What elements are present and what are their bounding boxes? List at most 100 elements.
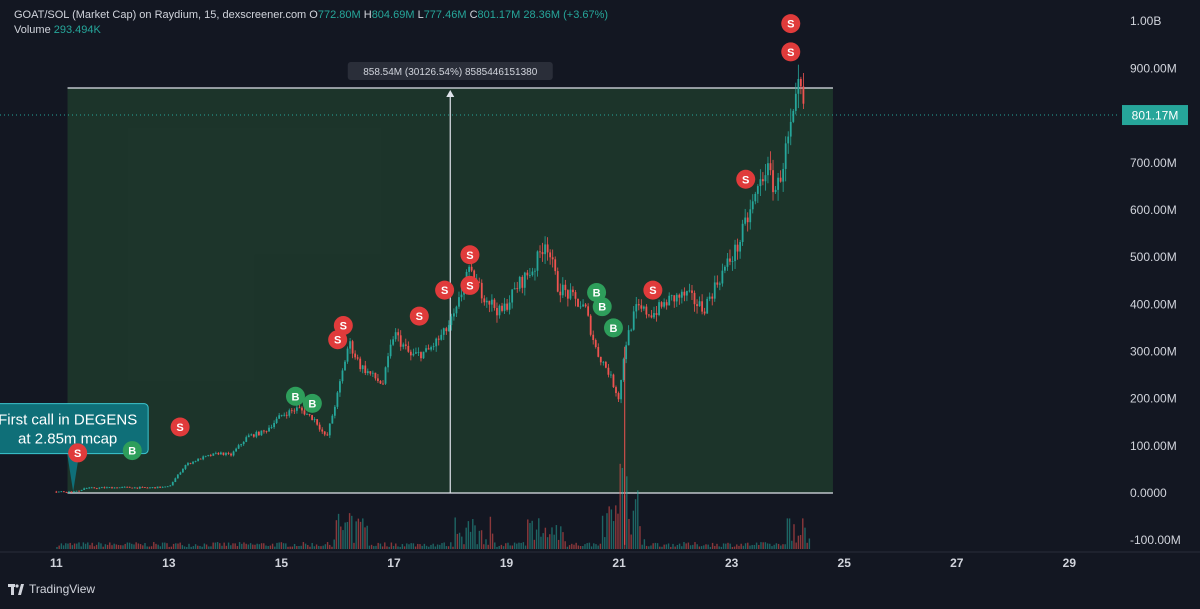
candle-body (496, 307, 498, 316)
candle-body (189, 463, 192, 464)
volume-bar (762, 542, 764, 549)
chart-root: 858.54M (30126.54%) 8585446151380 First c… (0, 0, 1200, 604)
candle-body (55, 491, 58, 493)
volume-bar (469, 531, 472, 549)
volume-bar (335, 520, 338, 549)
volume-bar (505, 543, 507, 549)
candle-body (85, 488, 88, 490)
candle-body (194, 461, 197, 462)
volume-bar (703, 545, 705, 549)
candle-body (729, 258, 731, 262)
candle-body (734, 244, 736, 262)
sell-marker: S (435, 280, 455, 300)
candle-body (516, 288, 519, 289)
volume-bar (524, 545, 527, 549)
x-tick-label: 29 (1063, 556, 1077, 570)
marker-label: S (340, 321, 347, 333)
candle-body (442, 328, 445, 335)
volume-bar (126, 542, 129, 549)
volume-bar (663, 544, 665, 549)
candle-body (212, 453, 215, 456)
volume-bar (337, 513, 340, 549)
volume-bar (357, 518, 360, 549)
candle-body (761, 179, 764, 182)
volume-bar (159, 546, 162, 549)
candle-body (670, 295, 673, 297)
candle-body (90, 487, 93, 489)
volume-bar (397, 546, 399, 549)
volume-bar (654, 542, 657, 549)
candle-body (711, 296, 714, 299)
marker-label: B (609, 323, 617, 335)
volume-bar (573, 544, 575, 549)
volume-bar (788, 518, 791, 549)
volume-bar (313, 546, 316, 549)
volume-bar (234, 543, 236, 549)
volume-bar (230, 545, 232, 549)
volume-bar (447, 546, 450, 549)
volume-bar (65, 543, 67, 549)
volume-bar (186, 546, 188, 549)
volume-bar (287, 546, 289, 549)
volume-bar (309, 546, 311, 549)
candle-body (263, 430, 265, 432)
volume-bar (606, 513, 608, 549)
volume-bar (797, 535, 800, 549)
volume-bar (390, 542, 393, 549)
candle-body (121, 486, 124, 488)
volume-bar (619, 463, 621, 549)
volume-bar (93, 546, 96, 549)
volume-bar (388, 546, 390, 549)
candle-body (579, 306, 582, 308)
volume-bar (111, 545, 113, 549)
candle-body (675, 294, 678, 302)
volume-bar (216, 542, 219, 549)
volume-bar (566, 546, 569, 549)
volume-bar (542, 533, 544, 549)
volume-bar (520, 542, 522, 549)
candle-body (508, 302, 511, 310)
volume-bar (588, 542, 591, 549)
candle-body (409, 351, 412, 356)
volume-bar (494, 542, 496, 549)
buy-marker: B (122, 441, 142, 461)
volume-bar (362, 518, 364, 549)
sell-marker: S (68, 443, 88, 463)
volume-bar (674, 546, 676, 549)
candle-body (724, 266, 726, 271)
candle-body (93, 487, 96, 489)
tradingview-logo[interactable]: TradingView (8, 582, 95, 596)
volume-bar (355, 521, 357, 549)
candle-body (617, 393, 620, 400)
candle-body (159, 486, 162, 488)
volume-bar (474, 525, 476, 549)
candle-body (217, 452, 220, 455)
candle-body (531, 271, 534, 276)
annotation-line-2: at 2.85m mcap (18, 431, 117, 448)
candle-body (60, 491, 63, 493)
candle-body (321, 429, 324, 432)
candle-body (602, 361, 605, 363)
volume-bar (513, 542, 516, 549)
candle-body (627, 330, 630, 346)
candle-body (255, 431, 258, 437)
volume-bar (423, 543, 426, 549)
volume-bar (298, 545, 300, 549)
volume-bar (760, 542, 762, 549)
candle-body (214, 452, 217, 454)
volume-bar (263, 543, 265, 549)
change-value: 28.36M (+3.67%) (523, 9, 609, 21)
volume-bar (342, 530, 344, 549)
candle-body (498, 305, 501, 316)
volume-bar (597, 545, 599, 549)
candle-body (179, 472, 182, 475)
volume-bar (733, 546, 736, 549)
volume-bar (227, 542, 230, 549)
volume-bar (375, 545, 377, 549)
candle-body (235, 448, 238, 452)
volume-bar (731, 546, 734, 549)
candle-body (736, 244, 739, 252)
candle-body (658, 302, 660, 315)
candle-body (653, 313, 655, 318)
volume-bar (562, 532, 564, 549)
